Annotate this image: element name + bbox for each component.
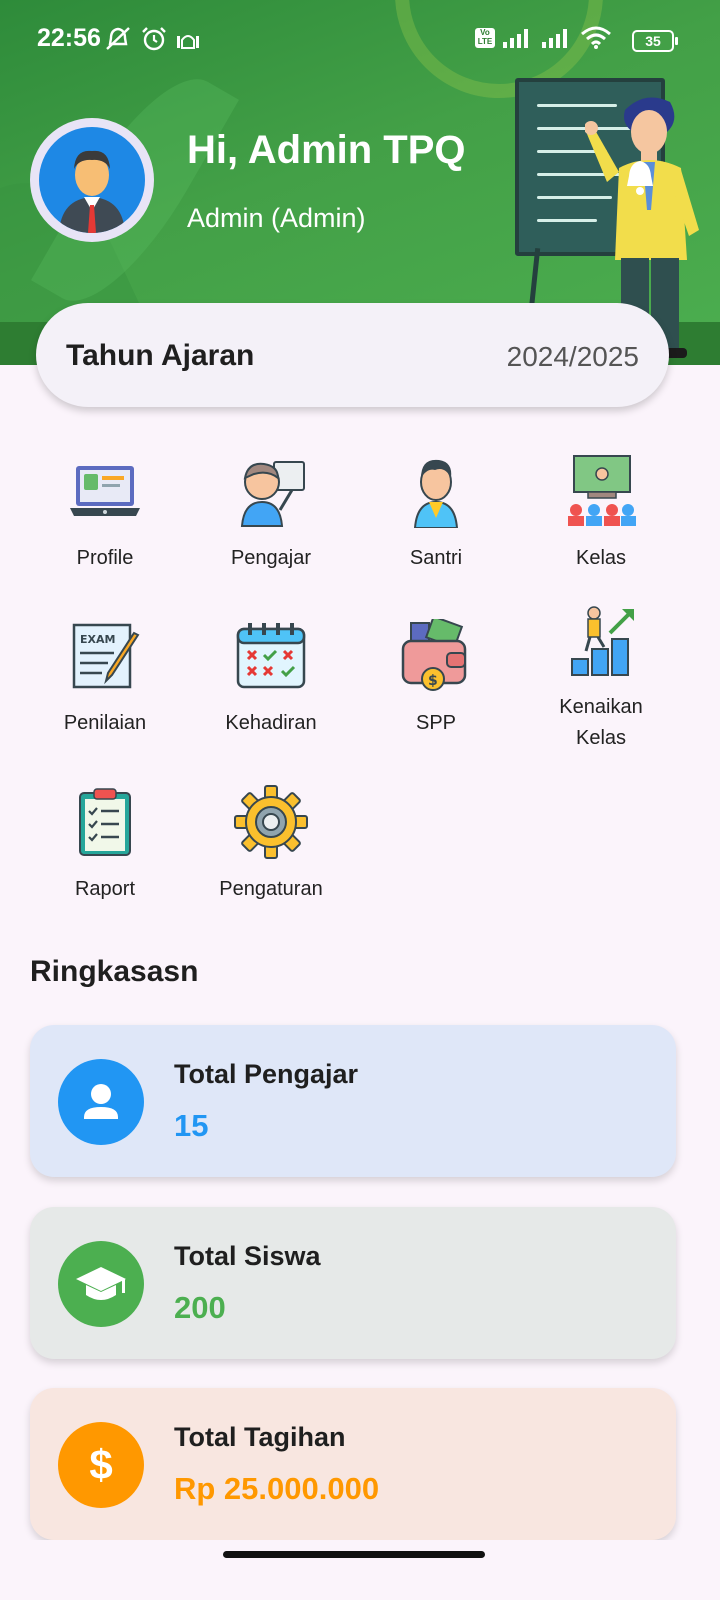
admin-avatar-icon <box>59 150 125 233</box>
menu-item-label: Kelas <box>575 547 627 569</box>
menu-item-label: Kehadiran <box>225 712 317 734</box>
summary-title: Ringkasasn <box>30 955 199 988</box>
calendar-attendance-icon <box>236 623 306 689</box>
card-value: 200 <box>174 1290 226 1325</box>
volte-icon: Vo LTE <box>475 28 495 48</box>
home-indicator[interactable] <box>223 1551 485 1558</box>
alarm-icon <box>142 27 166 51</box>
menu-item-pengajar[interactable]: Pengajar <box>191 454 351 574</box>
card-title: Total Tagihan <box>174 1422 346 1452</box>
mosque-icon <box>177 35 199 49</box>
status-bar: 22:56 Vo LTE 35 <box>0 0 720 62</box>
card-title: Total Pengajar <box>174 1059 359 1089</box>
dollar-symbol: $ <box>428 673 438 689</box>
mute-icon <box>106 27 130 50</box>
academic-year-card[interactable]: Tahun Ajaran 2024/2025 <box>36 303 669 407</box>
menu-item-label: Pengajar <box>230 547 312 569</box>
classroom-icon <box>568 455 636 526</box>
user-role: Admin (Admin) <box>187 203 366 233</box>
menu-item-label: Raport <box>74 878 136 900</box>
menu-item-kehadiran[interactable]: Kehadiran <box>191 619 351 739</box>
summary-card-siswa[interactable]: Total Siswa 200 <box>30 1207 676 1359</box>
status-time: 22:56 <box>37 24 101 52</box>
avatar[interactable] <box>30 118 154 242</box>
teacher-icon <box>240 461 305 527</box>
signal-icon <box>542 29 567 48</box>
navigation-bar <box>0 1540 720 1600</box>
menu-item-penilaian[interactable]: EXAM Penilaian <box>25 619 185 739</box>
menu-item-santri[interactable]: Santri <box>356 454 516 574</box>
battery-icon: 35 <box>632 30 678 52</box>
menu-item-label: SPP <box>415 712 457 734</box>
summary-card-pengajar[interactable]: Total Pengajar 15 <box>30 1025 676 1177</box>
menu-item-label: Santri <box>409 547 463 569</box>
menu-item-raport[interactable]: Raport <box>25 785 185 905</box>
greeting-title: Hi, Admin TPQ <box>187 128 466 172</box>
card-value: 15 <box>174 1108 209 1143</box>
menu-item-spp[interactable]: $ SPP <box>356 619 516 739</box>
bell-icon[interactable] <box>622 158 658 198</box>
menu-item-kenaikan-kelas[interactable]: Kenaikan Kelas <box>521 603 681 754</box>
signal-icon <box>503 29 528 48</box>
menu-item-profile[interactable]: Profile <box>25 454 185 574</box>
menu-item-label: Profile <box>76 547 134 569</box>
gear-icon <box>234 785 308 859</box>
menu-item-label: Pengaturan <box>219 878 323 900</box>
card-title: Total Siswa <box>174 1241 321 1271</box>
person-icon <box>84 1084 118 1119</box>
wifi-icon <box>581 26 611 49</box>
dollar-icon: $ <box>89 1441 113 1488</box>
menu-item-pengaturan[interactable]: Pengaturan <box>191 785 351 905</box>
academic-year-label: Tahun Ajaran <box>66 339 255 372</box>
wallet-icon: $ <box>401 619 467 691</box>
academic-year-value: 2024/2025 <box>506 341 639 372</box>
exam-icon: EXAM <box>72 623 140 689</box>
promotion-icon <box>571 606 634 676</box>
menu-item-kelas[interactable]: Kelas <box>521 454 681 574</box>
exam-text: EXAM <box>80 633 115 646</box>
card-icon-circle <box>58 1059 144 1145</box>
card-icon-circle <box>58 1241 144 1327</box>
summary-card-tagihan[interactable]: $ Total Tagihan Rp 25.000.000 <box>30 1388 676 1540</box>
graduation-cap-icon <box>76 1267 126 1300</box>
card-value: Rp 25.000.000 <box>174 1471 380 1506</box>
card-icon-circle: $ <box>58 1422 144 1508</box>
student-icon <box>413 459 459 528</box>
laptop-profile-icon <box>70 466 140 516</box>
clipboard-icon <box>79 788 131 856</box>
menu-item-label: Penilaian <box>63 712 147 734</box>
menu-item-label: Kenaikan Kelas <box>559 696 643 749</box>
